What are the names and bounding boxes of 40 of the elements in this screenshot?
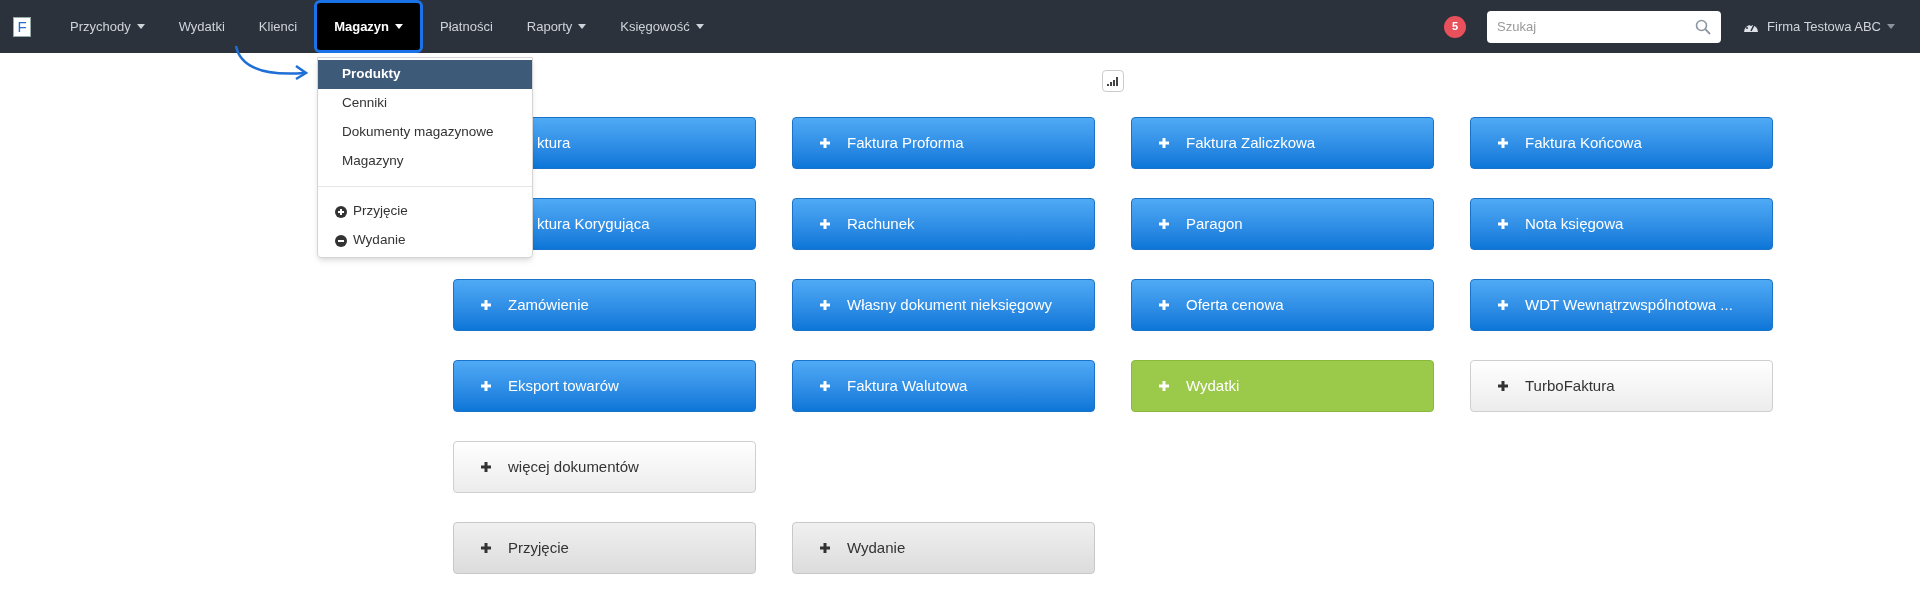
plus-icon bbox=[480, 542, 492, 554]
dropdown-item[interactable]: Cenniki bbox=[318, 89, 532, 118]
plus-icon bbox=[1497, 299, 1509, 311]
minus-circle-icon bbox=[335, 234, 347, 247]
plus-icon bbox=[1158, 380, 1170, 392]
signal-bars-icon bbox=[1107, 77, 1119, 86]
nav-menu-item[interactable]: Płatności bbox=[423, 0, 510, 53]
chart-button[interactable] bbox=[1102, 70, 1124, 92]
new-document-button[interactable]: więcej dokumentów bbox=[453, 441, 756, 493]
plus-icon bbox=[819, 542, 831, 554]
plus-icon bbox=[819, 299, 831, 311]
search-icon[interactable] bbox=[1695, 18, 1712, 35]
plus-icon bbox=[819, 380, 831, 392]
plus-icon bbox=[480, 461, 492, 473]
nav-menu-item[interactable]: Przychody bbox=[53, 0, 162, 53]
nav-menu-item[interactable]: Magazyn bbox=[314, 0, 424, 53]
nav-menu-item[interactable]: Klienci bbox=[241, 0, 315, 53]
plus-icon bbox=[480, 299, 492, 311]
plus-icon bbox=[1497, 218, 1509, 230]
nav-menu-item[interactable]: Raporty bbox=[509, 0, 604, 53]
plus-circle-icon bbox=[335, 205, 347, 218]
plus-icon bbox=[1497, 137, 1509, 149]
company-menu[interactable]: Firma Testowa ABC bbox=[1767, 16, 1895, 37]
notification-badge[interactable]: 5 bbox=[1444, 15, 1467, 38]
caret-icon bbox=[1887, 24, 1895, 29]
nav-menu-item[interactable]: Księgowość bbox=[603, 0, 721, 53]
new-document-button[interactable]: Wydanie bbox=[792, 522, 1095, 574]
plus-icon bbox=[1158, 137, 1170, 149]
plus-icon bbox=[819, 218, 831, 230]
dropdown-item[interactable]: Produkty bbox=[318, 60, 532, 89]
nav-menu-item[interactable]: Wydatki bbox=[161, 0, 242, 53]
new-document-button[interactable]: Przyjęcie bbox=[453, 522, 756, 574]
logo[interactable]: F bbox=[13, 16, 31, 37]
plus-icon bbox=[1158, 299, 1170, 311]
search-field[interactable]: Szukaj bbox=[1487, 10, 1722, 43]
plus-icon bbox=[819, 137, 831, 149]
plus-icon bbox=[480, 380, 492, 392]
plus-icon bbox=[1158, 218, 1170, 230]
plus-icon bbox=[1497, 380, 1509, 392]
new-document-button[interactable]: TurboFaktura bbox=[1470, 360, 1773, 412]
